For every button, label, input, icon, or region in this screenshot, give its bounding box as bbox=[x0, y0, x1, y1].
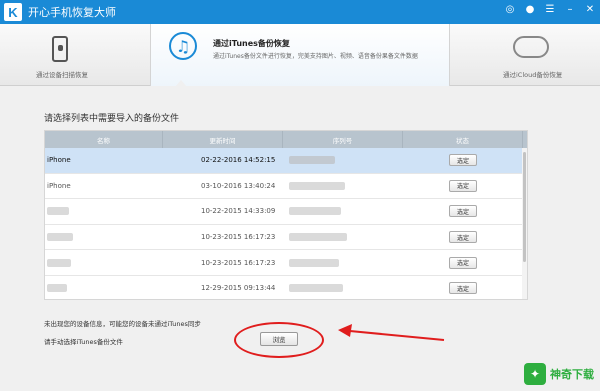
window-controls: ◎ ● ☰ – ✕ bbox=[504, 4, 596, 16]
menu-icon[interactable]: ☰ bbox=[544, 4, 556, 16]
select-button[interactable]: 选定 bbox=[449, 231, 477, 244]
wechat-icon[interactable]: ◎ bbox=[504, 4, 516, 16]
watermark-logo-icon: ✦ bbox=[524, 363, 546, 385]
row-serial-redacted bbox=[283, 174, 403, 199]
table-row[interactable]: 10-23-2015 16:17:23 选定 bbox=[45, 250, 527, 276]
table-row[interactable]: 10-23-2015 16:17:23 选定 bbox=[45, 225, 527, 251]
row-serial-redacted bbox=[283, 276, 403, 299]
row-serial-redacted bbox=[283, 225, 403, 250]
col-header-date: 更新时间 bbox=[163, 131, 283, 148]
tab-device-scan[interactable]: 通过设备扫描恢复 bbox=[0, 24, 125, 86]
row-date: 03-10-2016 13:40:24 bbox=[201, 181, 276, 190]
tab-itunes-title: 通过iTunes备份恢复 bbox=[213, 39, 290, 48]
table-header: 名称 更新时间 序列号 状态 bbox=[45, 131, 527, 148]
row-name-redacted bbox=[45, 225, 163, 250]
scrollbar-thumb[interactable] bbox=[523, 152, 526, 262]
chat-icon[interactable]: ● bbox=[524, 4, 536, 16]
select-button[interactable]: 选定 bbox=[449, 179, 477, 192]
row-name-redacted bbox=[45, 199, 163, 224]
close-icon[interactable]: ✕ bbox=[584, 4, 596, 16]
app-logo-icon: K bbox=[4, 3, 22, 21]
tab-icloud-backup[interactable]: 通过iCloud备份恢复 bbox=[475, 24, 600, 86]
watermark: ✦ 神奇下载 bbox=[524, 363, 594, 385]
tab-icloud-label: 通过iCloud备份恢复 bbox=[503, 71, 563, 79]
col-header-name: 名称 bbox=[45, 131, 163, 148]
panel-title: 请选择列表中需要导入的备份文件 bbox=[44, 114, 180, 124]
row-serial-redacted bbox=[283, 148, 403, 173]
backup-table: 名称 更新时间 序列号 状态 iPhone 02-22-2016 14:52:1… bbox=[44, 130, 528, 300]
manual-select-note: 请手动选择iTunes备份文件 bbox=[44, 338, 123, 346]
table-row[interactable]: 12-29-2015 09:13:44 选定 bbox=[45, 276, 527, 299]
table-row[interactable]: 10-22-2015 14:33:09 选定 bbox=[45, 199, 527, 225]
row-name-redacted bbox=[45, 276, 163, 299]
table-row[interactable]: iPhone 03-10-2016 13:40:24 选定 bbox=[45, 174, 527, 200]
annotation-circle bbox=[234, 322, 324, 358]
minimize-icon[interactable]: – bbox=[564, 4, 576, 16]
phone-icon bbox=[52, 36, 68, 62]
row-serial-redacted bbox=[283, 199, 403, 224]
col-header-serial: 序列号 bbox=[283, 131, 403, 148]
title-bar: K 开心手机恢复大师 ◎ ● ☰ – ✕ bbox=[0, 0, 600, 24]
row-date: 12-29-2015 09:13:44 bbox=[201, 284, 276, 293]
row-date: 10-23-2015 16:17:23 bbox=[201, 258, 276, 267]
tab-itunes-backup[interactable]: ♫ 通过iTunes备份恢复 通过iTunes备份文件进行恢复，完美支持图片、视… bbox=[150, 24, 450, 87]
annotation-arrow bbox=[338, 324, 445, 341]
watermark-text: 神奇下载 bbox=[550, 368, 594, 381]
active-tab-pointer bbox=[175, 80, 187, 87]
row-date: 10-22-2015 14:33:09 bbox=[201, 207, 276, 216]
mode-tabs: 通过设备扫描恢复 ♫ 通过iTunes备份恢复 通过iTunes备份文件进行恢复… bbox=[0, 24, 600, 87]
row-name: iPhone bbox=[47, 181, 71, 190]
table-row[interactable]: iPhone 02-22-2016 14:52:15 选定 bbox=[45, 148, 527, 174]
select-button[interactable]: 选定 bbox=[449, 282, 477, 295]
select-button[interactable]: 选定 bbox=[449, 205, 477, 218]
row-date: 10-23-2015 16:17:23 bbox=[201, 233, 276, 242]
no-device-note: 未出现您的设备信息，可能您的设备未通过iTunes同步 bbox=[44, 320, 201, 328]
table-scrollbar[interactable] bbox=[522, 148, 527, 299]
tab-itunes-desc: 通过iTunes备份文件进行恢复，完美支持图片、视频、语音备份果备文件数据 bbox=[213, 53, 418, 60]
select-button[interactable]: 选定 bbox=[449, 256, 477, 269]
music-note-icon: ♫ bbox=[169, 32, 197, 60]
tab-device-label: 通过设备扫描恢复 bbox=[36, 71, 88, 79]
cloud-icon bbox=[513, 36, 549, 58]
app-title: 开心手机恢复大师 bbox=[28, 6, 116, 19]
col-header-status: 状态 bbox=[403, 131, 523, 148]
row-name-redacted bbox=[45, 250, 163, 275]
select-button[interactable]: 选定 bbox=[449, 154, 477, 167]
row-name: iPhone bbox=[47, 156, 71, 165]
row-serial-redacted bbox=[283, 250, 403, 275]
row-date: 02-22-2016 14:52:15 bbox=[201, 156, 276, 165]
